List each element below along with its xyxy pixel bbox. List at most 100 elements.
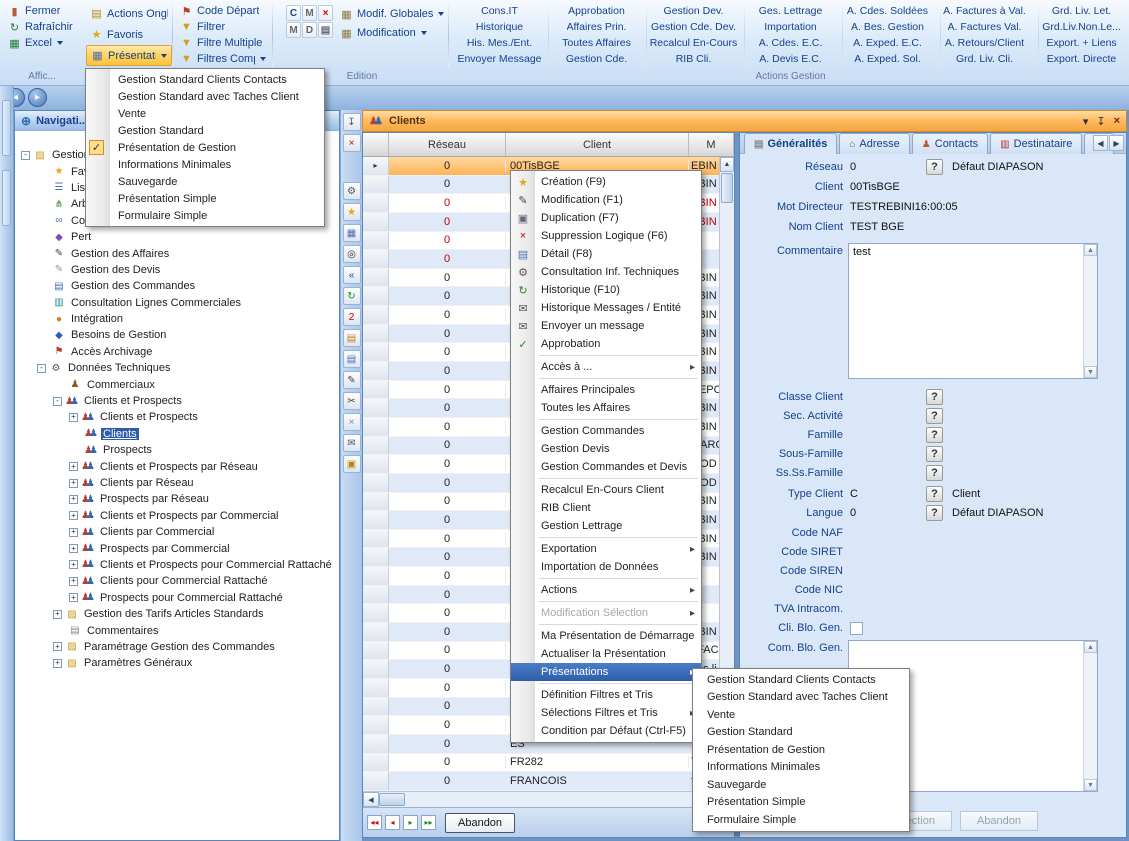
context-menu-item-suppression-logique-f6[interactable]: ×Suppression Logique (F6) (511, 227, 701, 245)
tree-item-clients-par-reseau[interactable]: +♟♟Clients par Réseau (15, 475, 339, 491)
edition-letter-m-button[interactable]: M (302, 5, 317, 21)
panel-close-button[interactable]: × (1114, 115, 1120, 128)
menu-item-informations-minimales[interactable]: Informations Minimales (86, 156, 324, 173)
counter-button[interactable]: 2 (343, 308, 361, 326)
delete-icon[interactable]: × (318, 5, 333, 21)
row-selector[interactable]: ▸ (363, 157, 389, 175)
ribbon-action-historique[interactable]: Historique (452, 19, 547, 35)
refresh-button[interactable]: ↻ (343, 287, 361, 305)
ribbon-button-presentations[interactable]: ▦Présentations (86, 45, 172, 66)
field-value-mot-directeur[interactable]: TESTREBINI16:00:05 (850, 201, 958, 213)
ribbon-action-a-devis-e-c[interactable]: A. Devis E.C. (743, 51, 838, 67)
expand-box-icon[interactable]: + (69, 495, 78, 504)
export-button[interactable]: ▤ (343, 329, 361, 347)
field-value-nom-client[interactable]: TEST BGE (850, 221, 904, 233)
field-value-type-client[interactable]: C (850, 488, 858, 500)
row-selector[interactable] (363, 381, 389, 399)
ribbon-action-export-liens[interactable]: Export. + Liens (1034, 35, 1129, 51)
expand-box-icon[interactable]: + (69, 560, 78, 569)
collapse-button[interactable]: « (343, 266, 361, 284)
row-selector[interactable] (363, 679, 389, 697)
context-menu-item-historique-f10[interactable]: ↻Historique (F10) (511, 281, 701, 299)
context-menu-item-historique-messages-entite[interactable]: ✉Historique Messages / Entité (511, 299, 701, 317)
row-selector[interactable] (363, 437, 389, 455)
menu-item-gestion-standard-avec-taches-client[interactable]: Gestion Standard avec Taches Client (693, 689, 909, 707)
ribbon-button-rafraichir[interactable]: ↻Rafraîchir (4, 19, 84, 35)
ribbon-action-a-factures-a-val[interactable]: A. Factures à Val. (937, 3, 1032, 19)
row-selector[interactable] (363, 232, 389, 250)
expand-box-icon[interactable]: + (69, 528, 78, 537)
tree-item-clients[interactable]: ♟♟Clients (15, 426, 339, 442)
forward-button[interactable]: ▸ (28, 88, 47, 107)
row-selector[interactable] (363, 325, 389, 343)
ribbon-action-cons-it[interactable]: Cons.IT (452, 3, 547, 19)
commentaire-textarea[interactable]: test ▲▼ (848, 243, 1098, 379)
row-selector[interactable] (363, 716, 389, 734)
menu-item-informations-minimales[interactable]: Informations Minimales (693, 759, 909, 777)
row-selector[interactable] (363, 455, 389, 473)
row-selector[interactable] (363, 530, 389, 548)
tab-destinataire[interactable]: ▥Destinataire (990, 133, 1082, 154)
tree-item-acces-archivage[interactable]: ⚑Accès Archivage (15, 344, 339, 360)
tree-item-besoins-de-gestion[interactable]: ◆Besoins de Gestion (15, 327, 339, 343)
context-menu-item-ma-presentation-de-demarrage[interactable]: Ma Présentation de Démarrage (511, 627, 701, 645)
previous-row-button[interactable]: ◂ (385, 815, 400, 830)
edition-letter-c-button[interactable]: C (286, 5, 301, 21)
expand-box-icon[interactable]: + (69, 577, 78, 586)
row-selector-header[interactable] (363, 133, 389, 156)
tree-item-clients-et-prospects[interactable]: -♟♟Clients et Prospects (15, 393, 339, 409)
tab-contacts[interactable]: ♟Contacts (912, 133, 988, 154)
ribbon-action-affaires-prin[interactable]: Affaires Prin. (549, 19, 644, 35)
close-button[interactable]: × (343, 134, 361, 152)
table-row[interactable]: 0FRANCOISfranco (363, 772, 719, 791)
help-button-langue[interactable]: ? (926, 505, 943, 521)
tree-item-gestion-des-tarifs-articles-standards[interactable]: +▨Gestion des Tarifs Articles Standards (15, 606, 339, 622)
ribbon-button-filtrer[interactable]: ▼Filtrer (176, 19, 270, 35)
scroll-up-icon[interactable]: ▲ (1084, 641, 1097, 653)
context-menu-item-detail-f8[interactable]: ▤Détail (F8) (511, 245, 701, 263)
expand-box-icon[interactable]: + (53, 659, 62, 668)
menu-item-formulaire-simple[interactable]: Formulaire Simple (86, 207, 324, 224)
context-menu-item-duplication-f7[interactable]: ▣Duplication (F7) (511, 209, 701, 227)
last-row-button[interactable]: ▸▸ (421, 815, 436, 830)
pin-button[interactable]: ↧ (343, 113, 361, 131)
help-button-famille[interactable]: ? (926, 427, 943, 443)
context-menu-item-recalcul-en-cours-client[interactable]: Recalcul En-Cours Client (511, 481, 701, 499)
row-selector[interactable] (363, 343, 389, 361)
tree-item-parametres-generaux[interactable]: +▨Paramètres Généraux (15, 655, 339, 671)
field-value-client[interactable]: 00TisBGE (850, 181, 900, 193)
expand-box-icon[interactable]: + (53, 642, 62, 651)
expand-box-icon[interactable]: + (69, 593, 78, 602)
row-selector[interactable] (363, 474, 389, 492)
help-button-reseau[interactable]: ? (926, 159, 943, 175)
ribbon-action-recalcul-en-cours[interactable]: Recalcul En-Cours (646, 35, 741, 51)
context-menu-item-toutes-les-affaires[interactable]: Toutes les Affaires (511, 399, 701, 417)
expand-box-icon[interactable]: + (53, 610, 62, 619)
context-menu-item-presentations[interactable]: Présentations▸ (511, 663, 701, 681)
menu-item-presentation-de-gestion[interactable]: ✓Présentation de Gestion (86, 139, 324, 156)
textarea-scrollbar[interactable]: ▲▼ (1083, 244, 1097, 378)
row-selector[interactable] (363, 287, 389, 305)
scroll-left-icon[interactable]: ◀ (363, 792, 379, 807)
menu-item-vente[interactable]: Vente (693, 706, 909, 724)
tab-scroll-right-icon[interactable]: ▶ (1109, 135, 1124, 151)
ribbon-action-a-exped-e-c[interactable]: A. Exped. E.C. (840, 35, 935, 51)
ribbon-action-gestion-dev[interactable]: Gestion Dev. (646, 3, 741, 19)
menu-item-gestion-standard-clients-contacts[interactable]: Gestion Standard Clients Contacts (86, 71, 324, 88)
ribbon-button-actions-onglets[interactable]: ▤Actions Onglets (86, 3, 172, 24)
ribbon-action-grd-liv-cli[interactable]: Grd. Liv. Cli. (937, 51, 1032, 67)
row-selector[interactable] (363, 586, 389, 604)
ribbon-button-excel[interactable]: ▦Excel (4, 35, 84, 51)
tree-item-clients-et-prospects-pour-commercial-rattache[interactable]: +♟♟Clients et Prospects pour Commercial … (15, 557, 339, 573)
menu-item-vente[interactable]: Vente (86, 105, 324, 122)
row-selector[interactable] (363, 623, 389, 641)
column-header-m[interactable]: M (689, 133, 734, 156)
ribbon-action-importation[interactable]: Importation (743, 19, 838, 35)
ribbon-button-filtre-multiple[interactable]: ▼Filtre Multiple (176, 35, 270, 51)
horizontal-scrollbar[interactable]: ◀ ▶ (363, 791, 734, 807)
row-selector[interactable] (363, 176, 389, 194)
menu-item-gestion-standard-clients-contacts[interactable]: Gestion Standard Clients Contacts (693, 671, 909, 689)
tree-item-integration[interactable]: ●Intégration (15, 311, 339, 327)
menu-item-presentation-simple[interactable]: Présentation Simple (693, 794, 909, 812)
first-row-button[interactable]: ◂◂ (367, 815, 382, 830)
